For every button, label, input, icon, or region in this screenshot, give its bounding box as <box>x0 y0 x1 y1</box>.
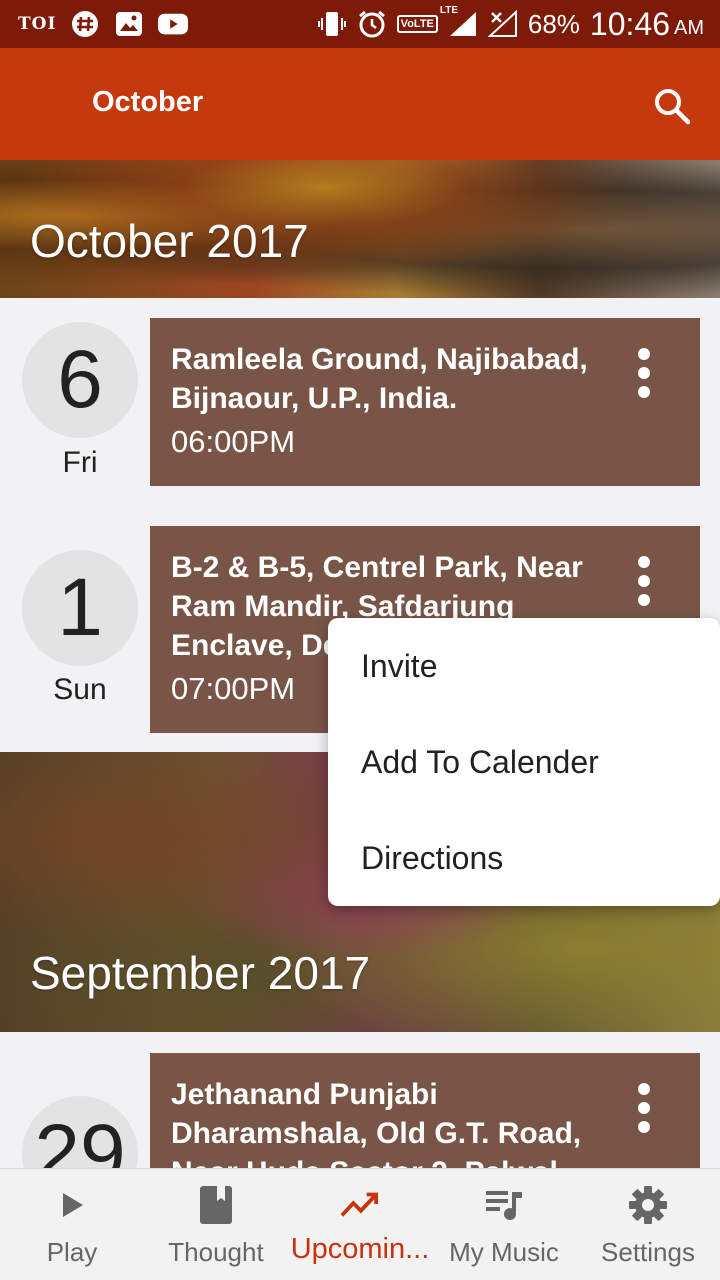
more-options-button[interactable] <box>624 1083 664 1143</box>
nav-play[interactable]: Play <box>0 1169 144 1280</box>
more-vert-icon <box>638 556 650 568</box>
event-time: 06:00PM <box>171 424 296 459</box>
menu-item-directions[interactable]: Directions <box>328 810 720 906</box>
no-signal-icon <box>487 9 518 39</box>
nav-settings[interactable]: Settings <box>576 1169 720 1280</box>
month-title: September 2017 <box>30 947 371 999</box>
nav-label: Play <box>46 1237 98 1267</box>
toi-notification-icon: TOI <box>18 14 57 34</box>
bottom-navigation: Play Thought Upcomin... My Music Setting… <box>0 1168 720 1280</box>
playlist-icon <box>484 1185 524 1225</box>
date-circle: 1 <box>22 550 138 666</box>
weekday-label: Sun <box>53 673 107 706</box>
date-circle: 6 <box>22 322 138 438</box>
status-bar: TOI VoLTE LTE 68% 10:46 AM <box>0 0 720 48</box>
page-title: October <box>92 86 204 118</box>
vibrate-icon <box>317 9 347 39</box>
event-card[interactable]: Ramleela Ground, Najibabad, Bijnaour, U.… <box>150 318 700 486</box>
nav-label: Upcomin... <box>290 1233 430 1265</box>
image-notification-icon <box>114 9 144 39</box>
hashtag-notification-icon <box>70 9 100 39</box>
lte-label: LTE <box>439 5 459 16</box>
alarm-icon <box>357 9 387 39</box>
battery-level: 68% <box>527 8 580 39</box>
month-title: October 2017 <box>30 215 309 267</box>
weekday-label: Fri <box>62 446 98 479</box>
volte-badge: VoLTE <box>396 15 438 33</box>
nav-label: Settings <box>601 1237 695 1267</box>
more-vert-icon <box>638 348 650 360</box>
more-options-button[interactable] <box>624 348 664 408</box>
more-options-button[interactable] <box>624 556 664 616</box>
search-icon <box>655 89 691 125</box>
youtube-notification-icon <box>158 9 189 39</box>
nav-label: Thought <box>168 1237 264 1267</box>
nav-my-music[interactable]: My Music <box>432 1169 576 1280</box>
month-header-banner: October 2017 <box>0 160 720 298</box>
event-location: Ramleela Ground, Najibabad, Bijnaour, U.… <box>171 343 588 415</box>
book-icon <box>196 1185 236 1225</box>
menu-item-invite[interactable]: Invite <box>328 618 720 714</box>
more-vert-icon <box>638 1083 650 1095</box>
clock-time: 10:46 <box>589 5 670 42</box>
gear-icon <box>628 1185 668 1225</box>
search-button[interactable] <box>644 78 700 134</box>
event-options-menu: Invite Add To Calender Directions <box>328 618 720 906</box>
menu-item-add-to-calendar[interactable]: Add To Calender <box>328 714 720 810</box>
trending-up-icon <box>340 1185 380 1225</box>
nav-label: My Music <box>449 1237 559 1267</box>
clock-ampm: AM <box>674 16 704 39</box>
nav-thought[interactable]: Thought <box>144 1169 288 1280</box>
nav-upcoming[interactable]: Upcomin... <box>288 1169 432 1280</box>
app-bar: October <box>0 48 720 160</box>
play-icon <box>52 1185 92 1225</box>
lte-signal-icon: LTE <box>440 5 478 39</box>
